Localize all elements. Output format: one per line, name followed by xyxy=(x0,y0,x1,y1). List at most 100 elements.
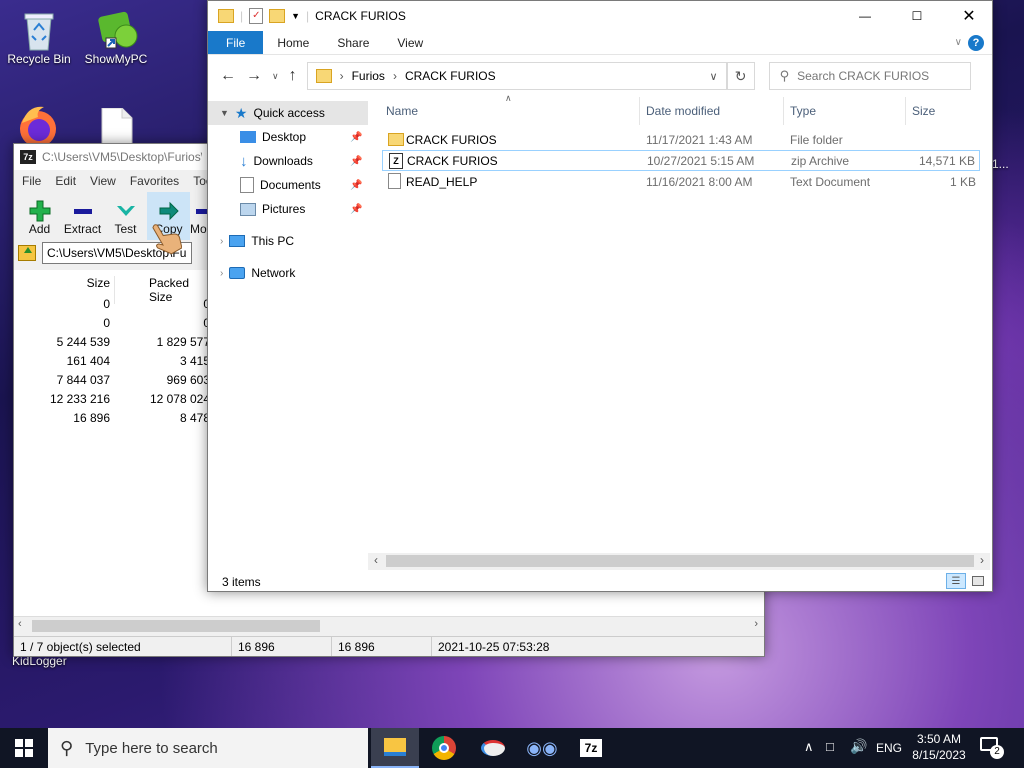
sevenzip-row-packed-size[interactable]: 0 xyxy=(114,297,210,311)
nav-pictures[interactable]: Pictures 📌 xyxy=(208,197,368,221)
close-button[interactable]: ✕ xyxy=(946,6,992,26)
taskbar-file-explorer[interactable] xyxy=(371,728,419,768)
search-field[interactable]: ⚲ Search CRACK FURIOS xyxy=(768,62,971,90)
sevenzip-horizontal-scrollbar[interactable]: ‹ › xyxy=(14,616,764,634)
large-icons-view-button[interactable] xyxy=(970,573,986,589)
sevenzip-row-packed-size[interactable]: 3 415 xyxy=(114,354,210,368)
breadcrumb-crack-furios[interactable]: CRACK FURIOS xyxy=(405,69,496,83)
nav-documents-label: Documents xyxy=(260,178,321,192)
computer-icon xyxy=(229,235,246,247)
chrome-icon xyxy=(432,736,456,760)
file-row[interactable]: CRACK FURIOS 11/17/2021 1:43 AM File folde… xyxy=(382,129,980,150)
taskbar-app-paint[interactable] xyxy=(469,728,517,768)
nav-this-pc[interactable]: › This PC xyxy=(208,229,368,253)
sevenzip-statusbar: 1 / 7 object(s) selected 16 896 16 896 2… xyxy=(14,636,764,656)
sevenzip-row-packed-size[interactable]: 12 078 024 xyxy=(114,392,210,406)
sevenzip-row-packed-size[interactable]: 1 829 577 xyxy=(114,335,210,349)
file-date: 11/16/2021 8:00 AM xyxy=(646,174,753,189)
back-arrow-icon[interactable]: ← xyxy=(220,67,236,85)
hand-cursor-icon xyxy=(152,218,183,258)
scroll-left-arrow-icon[interactable]: ‹ xyxy=(374,553,378,567)
sevenzip-row-size[interactable]: 5 244 539 xyxy=(14,335,110,349)
extract-button[interactable]: Extract xyxy=(61,192,104,240)
folder-up-icon[interactable] xyxy=(18,245,36,261)
file-row[interactable]: READ_HELP 11/16/2021 8:00 AM Text Document… xyxy=(382,171,980,192)
column-header-size[interactable]: Size xyxy=(906,97,986,125)
sevenzip-row-packed-size[interactable]: 0 xyxy=(114,316,210,330)
nav-desktop[interactable]: Desktop 📌 xyxy=(208,125,368,149)
sevenzip-row-size[interactable]: 7 844 037 xyxy=(14,373,110,387)
tab-view[interactable]: View xyxy=(383,31,437,54)
menu-favorites[interactable]: Favorites xyxy=(130,174,179,188)
column-header-name[interactable]: Name xyxy=(368,97,640,125)
firefox-icon[interactable] xyxy=(16,105,60,147)
pin-icon: 📌 xyxy=(350,131,363,143)
scroll-right-arrow-icon[interactable]: › xyxy=(980,553,984,567)
sevenzip-row-packed-size[interactable]: 969 603 xyxy=(114,373,210,387)
desktop-icon-showmypc[interactable]: ShowMyPC xyxy=(80,8,152,66)
nav-network[interactable]: › Network xyxy=(208,261,368,285)
scroll-right-arrow-icon[interactable]: › xyxy=(754,618,758,630)
new-folder-icon[interactable] xyxy=(269,9,286,23)
scroll-thumb[interactable] xyxy=(32,620,320,632)
expand-ribbon-icon[interactable]: ∨ xyxy=(955,31,968,54)
nav-documents[interactable]: Documents 📌 xyxy=(208,173,368,197)
nav-quick-access[interactable]: ▼ ★ Quick access xyxy=(208,101,368,125)
sevenzip-row-size[interactable]: 16 896 xyxy=(14,411,110,425)
sevenzip-row-size[interactable]: 12 233 216 xyxy=(14,392,110,406)
action-center-button[interactable]: 2 xyxy=(980,737,1004,759)
test-button[interactable]: Test xyxy=(104,192,147,240)
notification-icon[interactable]: □ xyxy=(826,739,834,754)
properties-icon[interactable]: ✓ xyxy=(249,8,264,24)
volume-icon[interactable]: 🔊 xyxy=(850,738,867,755)
document-icon[interactable] xyxy=(100,107,134,145)
minimize-button[interactable]: — xyxy=(842,9,888,23)
tab-file[interactable]: File xyxy=(208,31,264,54)
column-header-type[interactable]: Type xyxy=(784,97,906,125)
explorer-titlebar[interactable]: | ✓ ▼ | CRACK FURIOS — ☐ ✕ xyxy=(208,1,992,31)
maximize-button[interactable]: ☐ xyxy=(894,9,940,23)
taskbar-7zip[interactable]: 7z xyxy=(567,728,615,768)
sevenzip-row-size[interactable]: 161 404 xyxy=(14,354,110,368)
notification-badge: 2 xyxy=(990,745,1004,759)
scroll-left-arrow-icon[interactable]: ‹ xyxy=(18,618,22,630)
scroll-thumb[interactable] xyxy=(386,555,974,567)
up-arrow-icon[interactable]: ↑ xyxy=(289,67,297,85)
desktop-icon-recycle-bin[interactable]: Recycle Bin xyxy=(3,8,75,66)
show-hidden-icons-icon[interactable]: ∧ xyxy=(804,739,814,755)
folder-icon xyxy=(218,9,234,23)
taskbar-app-binoculars[interactable]: ◉◉ xyxy=(518,728,566,768)
menu-file[interactable]: File xyxy=(22,174,41,188)
sevenzip-row-size[interactable]: 0 xyxy=(14,297,110,311)
menu-view[interactable]: View xyxy=(90,174,116,188)
address-bar[interactable]: › Furios › CRACK FURIOS ∨ xyxy=(306,62,727,90)
column-header-size[interactable]: Size xyxy=(14,276,110,290)
test-icon xyxy=(116,206,135,216)
recent-locations-icon[interactable]: ∨ xyxy=(272,71,279,82)
language-indicator[interactable]: ENG xyxy=(876,741,902,755)
extract-label: Extract xyxy=(63,222,102,236)
nav-downloads[interactable]: ↓ Downloads 📌 xyxy=(208,149,368,173)
forward-arrow-icon[interactable]: → xyxy=(246,67,262,85)
breadcrumb-furios[interactable]: Furios xyxy=(352,69,385,83)
sevenzip-row-packed-size[interactable]: 8 478 xyxy=(114,411,210,425)
column-header-date[interactable]: Date modified xyxy=(640,97,784,125)
sevenzip-row-size[interactable]: 0 xyxy=(14,316,110,330)
taskbar-search-box[interactable]: ⚲ Type here to search xyxy=(48,728,368,768)
menu-edit[interactable]: Edit xyxy=(55,174,76,188)
details-view-button[interactable]: ☰ xyxy=(946,573,966,589)
add-button[interactable]: Add xyxy=(18,192,61,240)
taskbar-chrome[interactable] xyxy=(420,728,468,768)
refresh-button[interactable]: ↻ xyxy=(726,62,755,90)
help-icon[interactable]: ? xyxy=(968,35,984,51)
address-dropdown-icon[interactable]: ∨ xyxy=(710,70,726,83)
file-type: zip Archive xyxy=(791,153,850,168)
start-button[interactable] xyxy=(0,728,48,768)
clock[interactable]: 3:50 AM 8/15/2023 xyxy=(908,731,970,763)
tab-home[interactable]: Home xyxy=(263,31,323,54)
explorer-horizontal-scrollbar[interactable]: ‹ › xyxy=(368,553,990,570)
quick-access-dropdown-icon[interactable]: ▼ xyxy=(291,11,300,21)
tab-share[interactable]: Share xyxy=(323,31,383,54)
star-icon: ★ xyxy=(234,104,248,121)
file-row[interactable]: Z CRACK FURIOS 10/27/2021 5:15 AM zip Archi… xyxy=(382,150,980,171)
